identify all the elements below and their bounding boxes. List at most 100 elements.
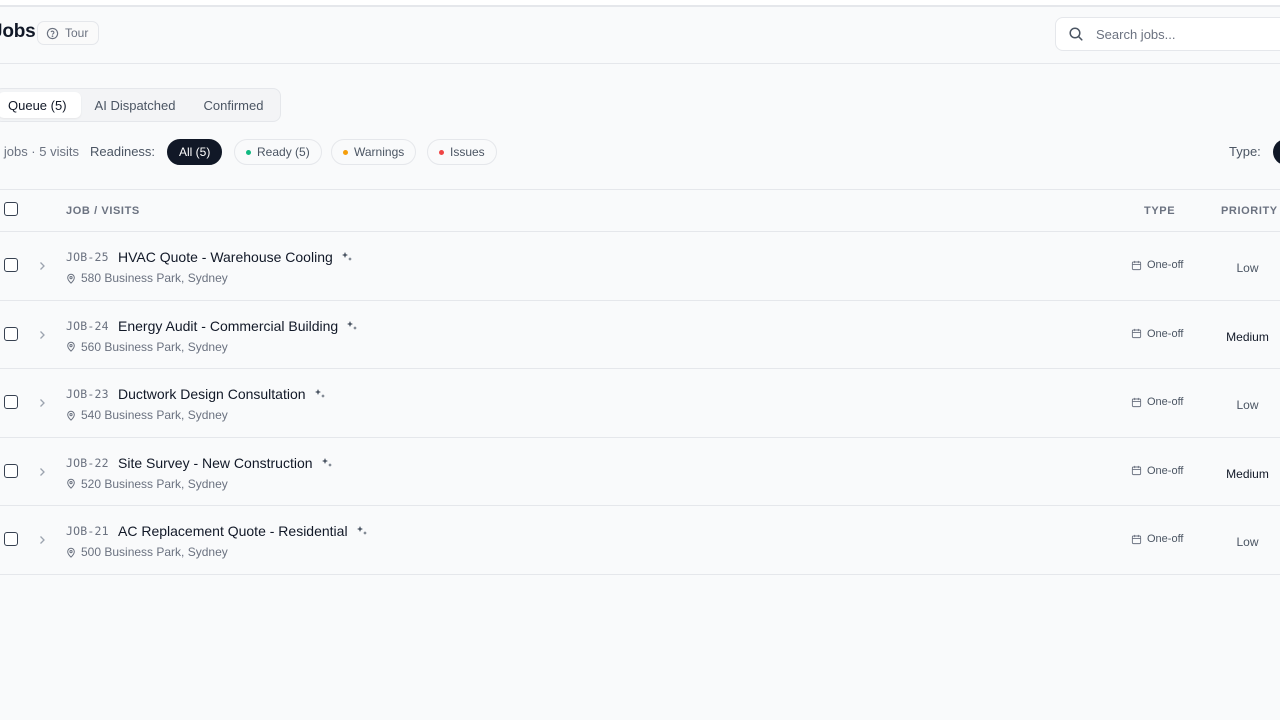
chevron-right-icon[interactable] bbox=[37, 534, 47, 546]
page-title: Jobs bbox=[0, 21, 36, 42]
table-row[interactable]: JOB-24 Energy Audit - Commercial Buildin… bbox=[0, 300, 1280, 369]
select-all-checkbox[interactable] bbox=[4, 202, 18, 216]
sparkle-icon bbox=[356, 526, 367, 535]
row-checkbox[interactable] bbox=[4, 395, 18, 409]
column-header-type: TYPE bbox=[1144, 205, 1176, 217]
job-address-text: 560 Business Park, Sydney bbox=[81, 339, 228, 354]
chip-label: Warnings bbox=[354, 145, 405, 159]
filter-bar: 5 jobs · 5 visits Readiness: All (5) Rea… bbox=[0, 139, 1280, 165]
job-type: One-off bbox=[1131, 259, 1184, 271]
row-checkbox[interactable] bbox=[4, 258, 18, 272]
help-circle-icon bbox=[46, 27, 59, 39]
job-type-text: One-off bbox=[1147, 396, 1184, 408]
job-type: One-off bbox=[1131, 328, 1184, 340]
job-address: 560 Business Park, Sydney bbox=[66, 340, 228, 354]
tab-ai-dispatched[interactable]: AI Dispatched bbox=[81, 92, 190, 118]
calendar-icon bbox=[1131, 397, 1142, 407]
job-address: 500 Business Park, Sydney bbox=[66, 545, 228, 559]
calendar-icon bbox=[1131, 465, 1142, 476]
job-address: 580 Business Park, Sydney bbox=[66, 271, 228, 285]
search-icon bbox=[1069, 27, 1083, 41]
sparkle-icon bbox=[321, 457, 332, 467]
map-pin-icon bbox=[67, 273, 75, 284]
job-title-text: Energy Audit - Commercial Building bbox=[118, 317, 339, 334]
tour-button-label: Tour bbox=[65, 26, 89, 40]
job-id: JOB-22 bbox=[66, 455, 109, 470]
sparkle-icon bbox=[341, 252, 352, 261]
readiness-chip-ready[interactable]: Ready (5) bbox=[234, 139, 322, 165]
job-id: JOB-24 bbox=[66, 318, 109, 333]
search-input[interactable] bbox=[1094, 25, 1278, 43]
job-id: JOB-23 bbox=[66, 387, 109, 401]
job-priority: Low bbox=[1236, 535, 1259, 549]
chip-label: Issues bbox=[450, 145, 485, 159]
readiness-chip-all[interactable]: All (5) bbox=[167, 139, 223, 165]
job-address-text: 580 Business Park, Sydney bbox=[81, 271, 228, 285]
job-title[interactable]: HVAC Quote - Warehouse Cooling bbox=[118, 249, 353, 265]
job-id: JOB-25 bbox=[66, 250, 109, 264]
job-title[interactable]: Site Survey - New Construction bbox=[118, 455, 333, 471]
tab-queue[interactable]: Queue (5) bbox=[0, 92, 81, 118]
chevron-right-icon[interactable] bbox=[37, 397, 47, 409]
column-header-job: JOB / VISITS bbox=[66, 205, 140, 217]
job-type: One-off bbox=[1131, 465, 1184, 477]
job-title-text: Ductwork Design Consultation bbox=[118, 386, 306, 402]
map-pin-icon bbox=[67, 341, 75, 352]
job-title[interactable]: Energy Audit - Commercial Building bbox=[118, 318, 358, 334]
calendar-icon bbox=[1131, 328, 1142, 339]
readiness-chip-warnings[interactable]: Warnings bbox=[331, 139, 417, 165]
table-row[interactable]: JOB-22 Site Survey - New Construction 52… bbox=[0, 437, 1280, 506]
row-checkbox[interactable] bbox=[4, 532, 18, 546]
job-title[interactable]: AC Replacement Quote - Residential bbox=[118, 523, 368, 539]
chevron-right-icon[interactable] bbox=[37, 329, 47, 341]
job-type: One-off bbox=[1131, 396, 1184, 408]
job-priority: Medium bbox=[1226, 466, 1269, 481]
job-type-text: One-off bbox=[1147, 327, 1184, 340]
map-pin-icon bbox=[67, 478, 75, 489]
job-priority: Low bbox=[1236, 398, 1259, 412]
job-priority: Medium bbox=[1226, 329, 1269, 344]
job-title[interactable]: Ductwork Design Consultation bbox=[118, 386, 326, 402]
jobs-visits-summary: 5 jobs · 5 visits bbox=[0, 144, 79, 159]
job-address-text: 520 Business Park, Sydney bbox=[81, 476, 228, 491]
row-checkbox[interactable] bbox=[4, 326, 18, 341]
job-address-text: 540 Business Park, Sydney bbox=[81, 408, 228, 422]
job-title-text: AC Replacement Quote - Residential bbox=[118, 523, 348, 539]
job-type-text: One-off bbox=[1147, 464, 1184, 477]
page-header: Jobs Tour bbox=[0, 7, 1280, 64]
map-pin-icon bbox=[67, 410, 75, 421]
chevron-right-icon[interactable] bbox=[37, 260, 47, 272]
job-type: One-off bbox=[1131, 533, 1184, 545]
ready-dot-icon bbox=[246, 149, 251, 155]
tab-confirmed[interactable]: Confirmed bbox=[189, 92, 277, 118]
chip-label: Ready (5) bbox=[257, 145, 310, 159]
chip-label: All (5) bbox=[179, 145, 211, 159]
job-type-text: One-off bbox=[1147, 533, 1184, 545]
table-row[interactable]: JOB-23 Ductwork Design Consultation 540 … bbox=[0, 369, 1280, 438]
job-address: 520 Business Park, Sydney bbox=[66, 477, 228, 491]
tour-button[interactable]: Tour bbox=[37, 21, 100, 45]
readiness-label: Readiness: bbox=[90, 144, 156, 159]
search-box[interactable] bbox=[1055, 17, 1280, 51]
type-filter-chip[interactable] bbox=[1273, 139, 1280, 165]
job-title-text: HVAC Quote - Warehouse Cooling bbox=[118, 249, 333, 265]
type-filter-label: Type: bbox=[1229, 144, 1261, 159]
row-checkbox[interactable] bbox=[4, 463, 18, 478]
readiness-chip-issues[interactable]: Issues bbox=[427, 139, 497, 165]
column-header-priority: PRIORITY bbox=[1221, 205, 1278, 217]
issue-dot-icon bbox=[439, 149, 444, 155]
table-header: JOB / VISITS TYPE PRIORITY bbox=[0, 189, 1280, 232]
jobs-table: JOB / VISITS TYPE PRIORITY JOB-25 HVAC Q… bbox=[0, 189, 1280, 575]
chevron-right-icon[interactable] bbox=[37, 466, 47, 478]
sparkle-icon bbox=[314, 389, 325, 398]
job-title-text: Site Survey - New Construction bbox=[118, 454, 313, 471]
calendar-icon bbox=[1131, 534, 1142, 544]
job-type-text: One-off bbox=[1147, 259, 1184, 271]
job-address-text: 500 Business Park, Sydney bbox=[81, 545, 228, 559]
table-row[interactable]: JOB-21 AC Replacement Quote - Residentia… bbox=[0, 506, 1280, 575]
sparkle-icon bbox=[347, 320, 358, 330]
view-tabs: Queue (5) AI Dispatched Confirmed bbox=[0, 88, 282, 122]
table-row[interactable]: JOB-25 HVAC Quote - Warehouse Cooling 58… bbox=[0, 232, 1280, 301]
top-border bbox=[0, 0, 1280, 7]
warning-dot-icon bbox=[343, 149, 348, 155]
